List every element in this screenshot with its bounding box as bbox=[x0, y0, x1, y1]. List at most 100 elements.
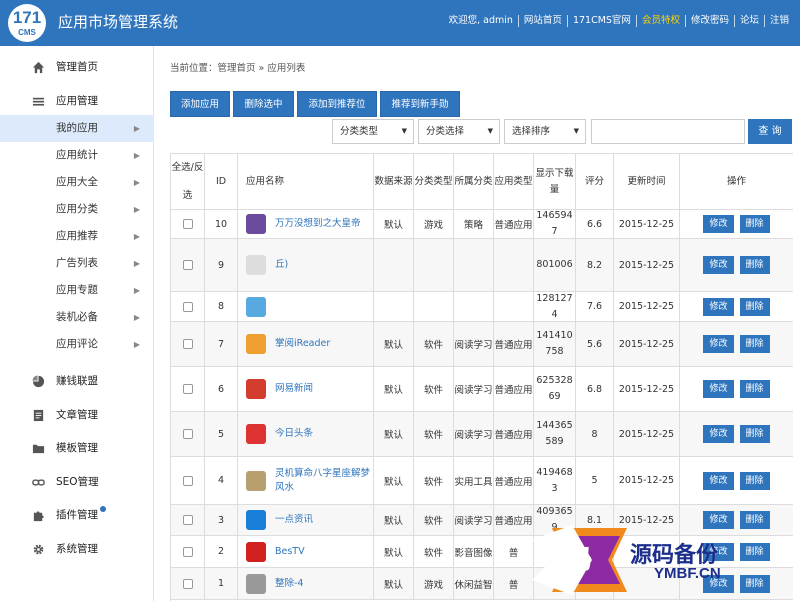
row-checkbox[interactable] bbox=[182, 429, 193, 439]
nav-logout[interactable]: 注销 bbox=[763, 15, 794, 27]
sidebar-item-dashboard[interactable]: 管理首页 bbox=[0, 54, 154, 81]
cell-source: 默认 bbox=[374, 568, 414, 599]
cell-category-type bbox=[414, 292, 454, 321]
col-name: 应用名称 bbox=[238, 154, 374, 209]
search-button[interactable]: 查 询 bbox=[748, 119, 792, 144]
row-checkbox[interactable] bbox=[182, 384, 193, 394]
row-checkbox[interactable] bbox=[182, 301, 193, 312]
delete-selected-button[interactable]: 删除选中 bbox=[233, 91, 294, 117]
edit-button[interactable]: 修改 bbox=[703, 380, 734, 398]
cell-score: 8.2 bbox=[576, 239, 614, 291]
delete-button[interactable]: 删除 bbox=[739, 256, 770, 274]
sidebar-item-label: 应用推荐 bbox=[56, 230, 98, 242]
sidebar-item-ad-list[interactable]: 广告列表 ▶ bbox=[0, 250, 154, 277]
nav-site-home[interactable]: 网站首页 bbox=[517, 15, 567, 27]
recommend-newbie-button[interactable]: 推荐到新手勋 bbox=[380, 91, 460, 117]
app-name-link[interactable]: 掌阅iReader bbox=[275, 337, 330, 351]
sidebar-item-my-apps[interactable]: 我的应用 ▶ bbox=[0, 115, 154, 142]
row-checkbox[interactable] bbox=[182, 260, 193, 270]
sidebar-item-seo[interactable]: SEO管理 bbox=[0, 469, 154, 496]
cell-category-type: 游戏 bbox=[414, 210, 454, 238]
sidebar-item-app-categories[interactable]: 应用分类 ▶ bbox=[0, 196, 154, 223]
app-icon bbox=[246, 296, 266, 317]
sidebar-item-app-stats[interactable]: 应用统计 ▶ bbox=[0, 142, 154, 169]
select-value: 分类类型 bbox=[340, 126, 379, 137]
select-all-link[interactable]: 全选/反选 bbox=[171, 154, 205, 209]
category-type-select[interactable]: 分类类型 ▼ bbox=[332, 119, 414, 144]
cell-app-type: 普通应用 bbox=[494, 457, 534, 504]
cell-source bbox=[374, 239, 414, 291]
cell-source: 默认 bbox=[374, 210, 414, 238]
app-icon bbox=[246, 510, 266, 530]
sidebar-item-label: 应用管理 bbox=[56, 95, 98, 107]
logo[interactable]: 171 CMS bbox=[8, 4, 46, 42]
app-name-link[interactable]: 网易新闻 bbox=[275, 382, 313, 396]
nav-vip[interactable]: 会员特权 bbox=[635, 15, 685, 27]
delete-button[interactable]: 删除 bbox=[739, 425, 770, 443]
cell-downloads: 4194683 bbox=[534, 457, 576, 504]
chevron-right-icon: ▶ bbox=[133, 286, 140, 295]
app-name-link[interactable]: 丘) bbox=[275, 258, 288, 272]
nav-official-site[interactable]: 171CMS官网 bbox=[566, 15, 636, 27]
cell-updated: 2015-12-25 bbox=[614, 367, 680, 411]
app-name-link[interactable]: 今日头条 bbox=[275, 427, 313, 441]
sidebar-item-articles[interactable]: 文章管理 bbox=[0, 402, 154, 429]
app-name-link[interactable]: 万万没想到之大皇帝 bbox=[275, 217, 361, 231]
nav-forum[interactable]: 论坛 bbox=[733, 15, 764, 27]
app-name-link[interactable]: 整除-4 bbox=[275, 577, 303, 591]
caret-down-icon: ▼ bbox=[573, 127, 579, 135]
delete-button[interactable]: 删除 bbox=[739, 471, 770, 490]
cell-category-type: 软件 bbox=[414, 505, 454, 535]
sidebar-item-must-have[interactable]: 装机必备 ▶ bbox=[0, 304, 154, 331]
delete-button[interactable]: 删除 bbox=[739, 380, 770, 398]
app-icon bbox=[246, 255, 266, 275]
row-checkbox[interactable] bbox=[182, 546, 193, 557]
cell-source bbox=[374, 292, 414, 321]
sidebar-item-app-recommend[interactable]: 应用推荐 ▶ bbox=[0, 223, 154, 250]
sort-select[interactable]: 选择排序 ▼ bbox=[504, 119, 586, 144]
cell-score: 8 bbox=[576, 412, 614, 456]
edit-button[interactable]: 修改 bbox=[703, 471, 734, 490]
nav-change-password[interactable]: 修改密码 bbox=[684, 15, 734, 27]
link-icon bbox=[32, 476, 45, 489]
sidebar-item-plugins[interactable]: 插件管理 bbox=[0, 502, 154, 529]
edit-button[interactable]: 修改 bbox=[703, 335, 734, 353]
delete-button[interactable]: 删除 bbox=[739, 215, 770, 233]
cell-id: 5 bbox=[205, 412, 238, 456]
sidebar-item-templates[interactable]: 模板管理 bbox=[0, 435, 154, 462]
cell-category: 阅读学习 bbox=[454, 367, 494, 411]
row-checkbox[interactable] bbox=[182, 219, 193, 229]
sidebar-item-affiliate[interactable]: 赚钱联盟 bbox=[0, 368, 154, 395]
cell-category: 实用工具 bbox=[454, 457, 494, 504]
edit-button[interactable]: 修改 bbox=[703, 297, 734, 316]
delete-button[interactable]: 删除 bbox=[739, 335, 770, 353]
delete-button[interactable]: 删除 bbox=[739, 297, 770, 316]
row-checkbox[interactable] bbox=[182, 515, 193, 525]
cell-score: 6.8 bbox=[576, 367, 614, 411]
row-checkbox[interactable] bbox=[182, 475, 193, 486]
add-to-recommend-button[interactable]: 添加到推荐位 bbox=[297, 91, 377, 117]
search-input[interactable] bbox=[591, 119, 745, 144]
row-checkbox[interactable] bbox=[182, 339, 193, 349]
sidebar-item-all-apps[interactable]: 应用大全 ▶ bbox=[0, 169, 154, 196]
app-name-link[interactable]: BesTV bbox=[275, 545, 305, 559]
sidebar-item-app-management[interactable]: 应用管理 bbox=[0, 88, 154, 115]
sidebar-item-app-comments[interactable]: 应用评论 ▶ bbox=[0, 331, 154, 358]
edit-button[interactable]: 修改 bbox=[703, 215, 734, 233]
sidebar-item-app-topics[interactable]: 应用专题 ▶ bbox=[0, 277, 154, 304]
add-app-button[interactable]: 添加应用 bbox=[170, 91, 230, 117]
row-checkbox-cell bbox=[171, 367, 205, 411]
sidebar-item-label: 插件管理 bbox=[56, 509, 98, 521]
edit-button[interactable]: 修改 bbox=[703, 256, 734, 274]
row-checkbox[interactable] bbox=[182, 578, 193, 589]
cell-app-type: 普 bbox=[494, 536, 534, 567]
app-name-link[interactable]: 一点资讯 bbox=[275, 513, 313, 527]
edit-button[interactable]: 修改 bbox=[703, 425, 734, 443]
table-header: 全选/反选 ID 应用名称 数据来源 分类类型 所属分类 应用类型 显示下载量 … bbox=[171, 154, 793, 210]
cell-updated: 2015-12-25 bbox=[614, 322, 680, 366]
cell-score: 5.6 bbox=[576, 322, 614, 366]
category-select[interactable]: 分类选择 ▼ bbox=[418, 119, 500, 144]
sidebar-item-system[interactable]: 系统管理 bbox=[0, 536, 154, 563]
app-name-link[interactable]: 灵机算命八字星座解梦风水 bbox=[275, 467, 373, 495]
select-value: 分类选择 bbox=[426, 126, 465, 137]
